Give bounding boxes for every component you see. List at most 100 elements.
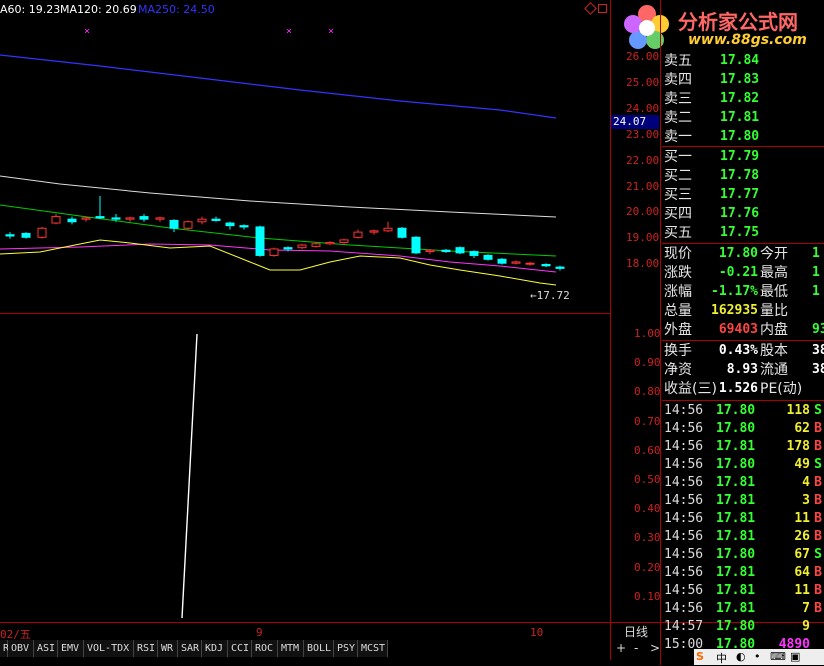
keyboard-icon[interactable]: ⌨ [770,650,786,663]
tick-row[interactable]: 14:56 17.80 118 S [662,402,824,420]
indicator-tick-label: 0.40 [634,502,661,516]
quote-label: 外盘 [664,322,692,338]
indicator-tab[interactable]: SAR [178,640,202,657]
indicator-tab[interactable]: RSI [134,640,158,657]
bid-price: 17.77 [720,187,760,202]
tick-row[interactable]: 14:56 17.81 4 B [662,474,824,492]
tick-row[interactable]: 14:56 17.81 178 B [662,438,824,456]
indicator-tick-label: 0.80 [634,385,661,399]
signal-marker: × [286,26,292,37]
indicator-tab[interactable]: MTM [278,640,304,657]
indicator-tab[interactable]: CCI [228,640,252,657]
indicator-tab[interactable]: PSY [334,640,358,657]
indicator-tab[interactable]: MCST [358,640,388,657]
chevron-right-icon[interactable]: > [650,641,660,655]
price-tick-label: 22.00 [626,153,660,167]
tick-price: 17.81 [716,475,756,490]
bid-row[interactable]: 买一 17.79 [662,148,824,166]
tick-side: B [814,565,822,580]
indicator-tick-label: 0.20 [634,560,661,574]
orderbook-divider [662,146,824,147]
quote-value: 1 [812,284,820,299]
tick-price: 17.80 [716,457,756,472]
tick-row[interactable]: 14:56 17.81 3 B [662,492,824,510]
punctuation-icon[interactable]: ◐ [736,650,746,663]
indicator-tab[interactable]: OBV [8,640,34,657]
ask-row[interactable]: 卖二 17.81 [662,109,824,127]
candle-body [383,227,393,232]
period-label[interactable]: 日线 [612,624,660,640]
minus-icon[interactable]: - [634,641,638,655]
bid-row[interactable]: 买二 17.78 [662,167,824,185]
bid-price: 17.78 [720,168,760,183]
candlestick-chart[interactable]: × × × [0,0,610,620]
tick-row[interactable]: 14:56 17.81 11 B [662,510,824,528]
skin-icon[interactable]: ▣ [790,650,800,663]
tick-volume: 9 [802,619,810,634]
ask-row[interactable]: 卖四 17.83 [662,71,824,89]
indicator-tab[interactable]: WR [158,640,178,657]
tick-volume: 4 [802,475,810,490]
candle-body [469,251,479,256]
quote-value: -0.21 [718,265,758,280]
indicator-tab[interactable]: ROC [252,640,278,657]
quote-row: 总量 162935 量比 [662,302,824,320]
pane-separator [0,313,610,314]
candle-body [255,226,265,256]
ask-label: 卖五 [664,53,692,69]
tick-row[interactable]: 14:57 17.80 9 [662,618,824,636]
tick-row[interactable]: 14:56 17.80 62 B [662,420,824,438]
tick-row[interactable]: 14:56 17.80 49 S [662,456,824,474]
ask-label: 卖四 [664,72,692,88]
tab-scroll-controls[interactable]: + - > [612,641,660,657]
indicator-tab[interactable]: KDJ [202,640,228,657]
ime-toolbar[interactable]: S 中 ◐ • ⌨ ▣ [694,649,824,665]
ma120-label: MA120: 20.69 [60,3,137,16]
bid-row[interactable]: 买三 17.77 [662,186,824,204]
tick-row[interactable]: 14:56 17.81 11 B [662,582,824,600]
bid-row[interactable]: 买五 17.75 [662,224,824,242]
tick-row[interactable]: 14:56 17.81 7 B [662,600,824,618]
date-label-right: 10 [530,626,544,639]
quote-label: 今开 [760,246,788,262]
language-indicator[interactable]: 中 [716,650,727,666]
tick-row[interactable]: 14:56 17.81 64 B [662,564,824,582]
candle-body [169,219,179,229]
bid-price: 17.76 [720,206,760,221]
indicator-tab[interactable]: BOLL [304,640,334,657]
candle-body [139,216,149,220]
tick-row[interactable]: 14:56 17.81 26 B [662,528,824,546]
bid-label: 买一 [664,149,692,165]
tick-row[interactable]: 14:56 17.80 67 S [662,546,824,564]
tab-scroll-left[interactable]: R [0,640,9,657]
window-box-icon[interactable] [598,4,607,13]
indicator-tab[interactable]: VOL-TDX [84,640,134,657]
quote-value: 69403 [718,322,758,337]
ask-row[interactable]: 卖三 17.82 [662,90,824,108]
indicator-tab[interactable]: EMV [58,640,84,657]
signal-marker: × [328,26,334,37]
tick-time: 14:56 [664,475,704,490]
input-method-icon[interactable]: S [696,650,704,663]
ma250-label: MA250: 24.50 [138,3,215,16]
fin-label: 股本 [760,343,788,359]
ask-row[interactable]: 卖五 17.84 [662,52,824,70]
candle-body [339,239,349,243]
plus-icon[interactable]: + [616,641,626,655]
quote-value: 93 [812,322,824,337]
mode-icon[interactable]: • [754,650,761,663]
fin-divider [662,340,824,341]
tick-volume: 49 [794,457,810,472]
ask-row[interactable]: 卖一 17.80 [662,128,824,146]
candle-body [511,261,521,264]
bid-row[interactable]: 买四 17.76 [662,205,824,223]
tick-side: S [814,457,822,472]
candle-body [555,266,565,269]
fin-value: 38 [812,362,824,377]
tick-volume: 11 [794,583,810,598]
indicator-tab-bar: R OBV ASI EMV VOL-TDX RSI WR SAR KDJ CCI ROC MTM BOL… [0,640,610,658]
indicator-tab[interactable]: ASI [34,640,58,657]
tick-volume: 11 [794,511,810,526]
candle-body [353,231,363,238]
ask-price: 17.83 [720,72,760,87]
